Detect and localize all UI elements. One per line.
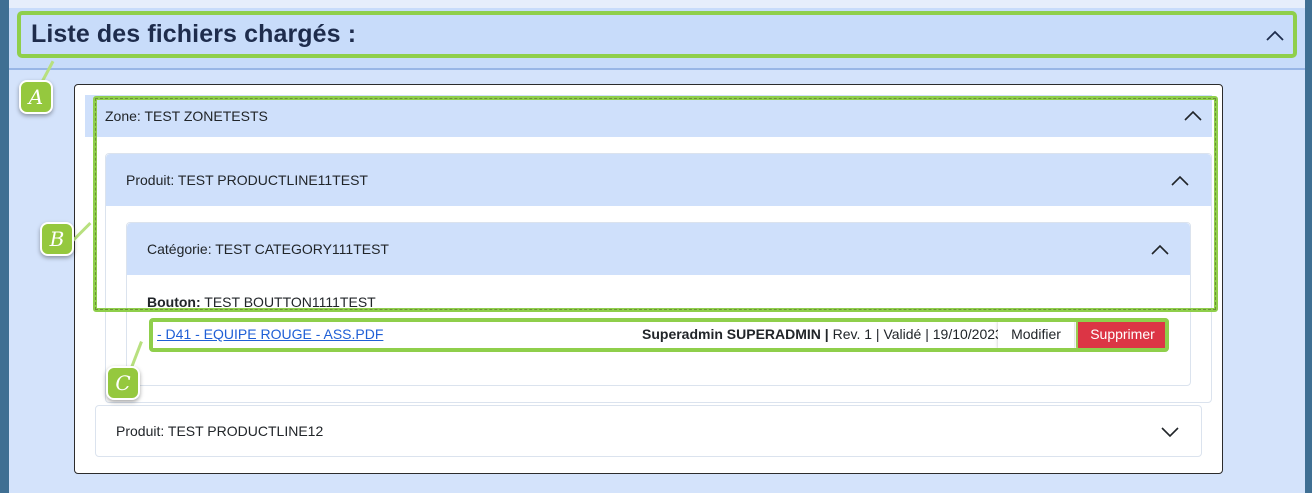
produit2-label: Produit: TEST PRODUCTLINE12 [116, 423, 323, 439]
callout-marker-c: C [106, 366, 140, 400]
top-strip [9, 0, 1305, 8]
callout-marker-a: A [19, 80, 53, 114]
files-section-header[interactable]: Liste des fichiers chargés : [9, 8, 1305, 70]
highlight-frame-c [149, 318, 1169, 352]
produit2-accordion-header[interactable]: Produit: TEST PRODUCTLINE12 [95, 405, 1202, 457]
window-frame-left [0, 0, 9, 493]
window-frame-right [1305, 0, 1312, 493]
callout-marker-b: B [40, 222, 74, 256]
highlight-frame-b-dashed [95, 98, 1216, 310]
highlight-frame-a [17, 11, 1297, 58]
produit2-label-prefix: Produit: [116, 423, 165, 439]
produit2-label-value: TEST PRODUCTLINE12 [167, 423, 324, 439]
chevron-down-icon[interactable] [1160, 425, 1180, 439]
